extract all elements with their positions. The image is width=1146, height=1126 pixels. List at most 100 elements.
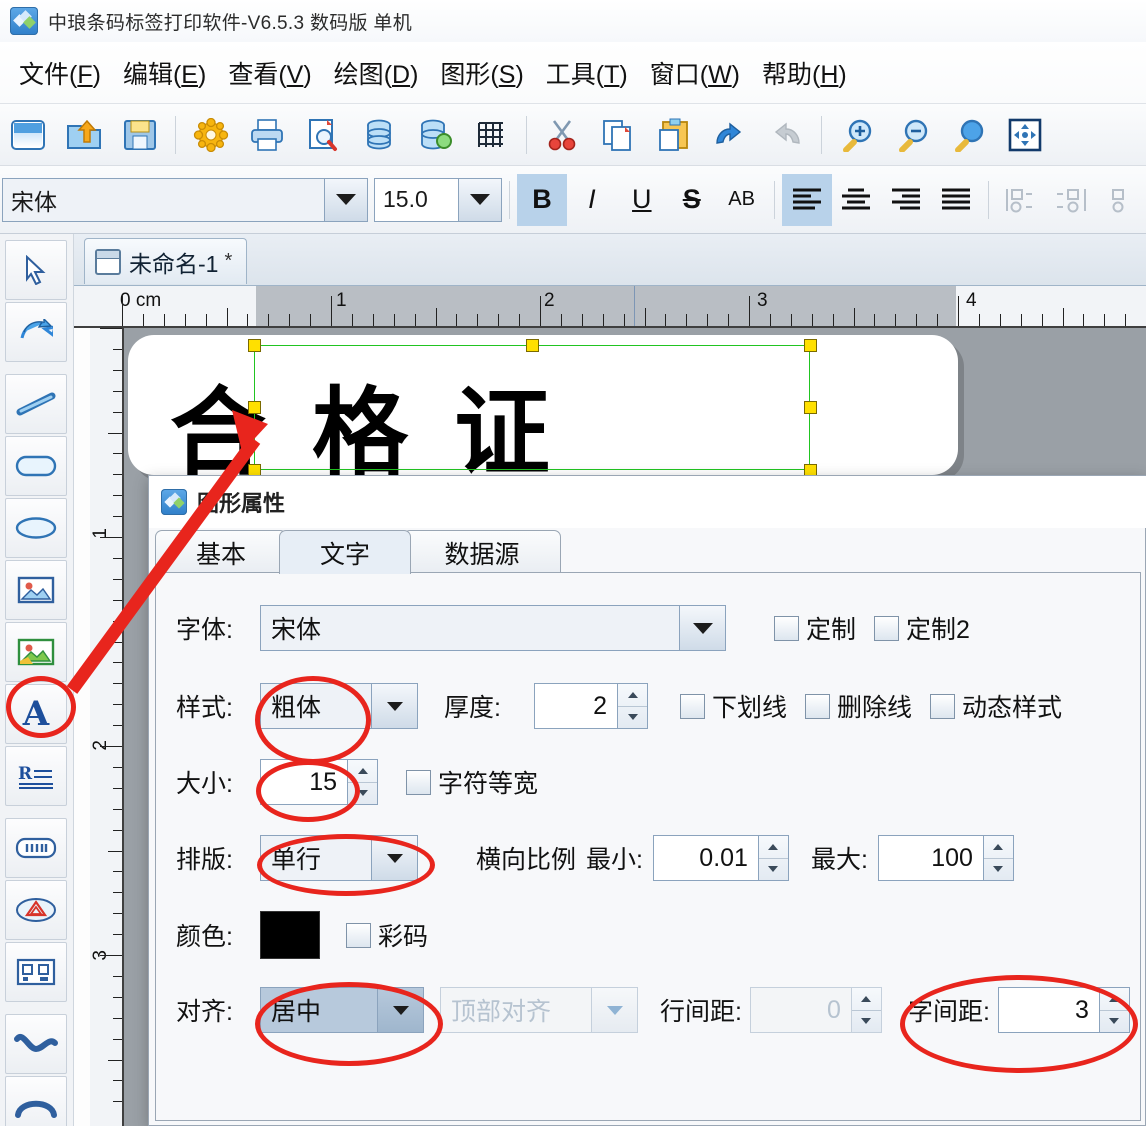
menu-item-draw[interactable]: 绘图(D) (323, 53, 430, 93)
tab-basic[interactable]: 基本 (155, 530, 287, 574)
bold-button[interactable]: B (517, 173, 567, 226)
menu-item-window[interactable]: 窗口(W) (639, 53, 751, 93)
rotate-icon[interactable] (5, 302, 67, 362)
layout-value-input[interactable]: 单行 (260, 835, 372, 881)
underline-checkbox[interactable]: 下划线 (680, 688, 787, 724)
resize-handle-top-center[interactable] (526, 339, 539, 352)
menu-item-view[interactable]: 查看(V) (217, 53, 322, 93)
zoom-in-icon[interactable] (829, 109, 885, 161)
tab-datasource[interactable]: 数据源 (403, 530, 561, 574)
color-code-checkbox-box[interactable] (346, 922, 371, 948)
resize-handle-top-right[interactable] (804, 339, 817, 352)
strikethrough-checkbox[interactable]: 删除线 (805, 688, 912, 724)
size-input[interactable]: 15 (260, 759, 348, 805)
line-icon[interactable] (5, 374, 67, 434)
italic-button[interactable]: I (567, 174, 617, 226)
underline-checkbox-box[interactable] (680, 693, 705, 719)
font-dropdown-arrow[interactable] (680, 605, 726, 651)
strikethrough-checkbox-box[interactable] (805, 693, 831, 719)
document-setup-gear-icon[interactable] (183, 109, 239, 161)
underline-button[interactable]: U (617, 174, 667, 226)
fit-to-window-icon[interactable] (997, 109, 1053, 161)
align-center-icon[interactable] (832, 174, 882, 226)
menu-item-file[interactable]: 文件(F) (8, 53, 112, 93)
strikethrough-button[interactable]: S (667, 174, 717, 226)
align-dropdown-arrow[interactable] (378, 987, 424, 1033)
image-icon[interactable] (5, 560, 67, 620)
resize-handle-mid-right[interactable] (804, 401, 817, 414)
paste-icon[interactable] (646, 109, 702, 161)
custom2-checkbox-box[interactable] (874, 615, 900, 641)
selection-box[interactable] (248, 339, 817, 477)
tab-text[interactable]: 文字 (279, 530, 411, 574)
rounded-rect-icon[interactable] (5, 436, 67, 496)
copy-icon[interactable] (590, 109, 646, 161)
ellipse-icon[interactable] (5, 498, 67, 558)
color-code-checkbox[interactable]: 彩码 (346, 917, 428, 953)
custom-checkbox-box[interactable] (774, 615, 799, 641)
menu-item-help[interactable]: 帮助(H) (751, 53, 858, 93)
monospace-checkbox[interactable]: 字符等宽 (406, 764, 538, 800)
menu-item-edit[interactable]: 编辑(E) (112, 53, 217, 93)
curve-icon[interactable] (5, 1014, 67, 1074)
char-spacing-stepper[interactable] (1099, 987, 1130, 1033)
thickness-input[interactable]: 2 (534, 683, 618, 729)
select-arrow-icon[interactable] (5, 240, 67, 300)
vertical-ruler[interactable]: 1 2 3 (90, 328, 124, 1126)
ratio-max-stepper[interactable] (983, 835, 1014, 881)
size-stepper[interactable] (348, 759, 378, 805)
style-value-input[interactable]: 粗体 (260, 683, 372, 729)
align-left-icon[interactable] (781, 173, 832, 226)
print-icon[interactable] (239, 109, 295, 161)
document-tab[interactable]: 未命名-1 * (84, 238, 248, 284)
rich-text-icon[interactable]: R (5, 746, 67, 806)
text-tool-icon[interactable]: A (5, 684, 67, 744)
monospace-checkbox-box[interactable] (406, 769, 431, 795)
undo-icon[interactable] (702, 109, 758, 161)
resize-handle-mid-left[interactable] (248, 401, 261, 414)
resize-handle-top-left[interactable] (248, 339, 261, 352)
font-size-dropdown-arrow[interactable] (458, 177, 502, 222)
ratio-min-input[interactable]: 0.01 (652, 835, 759, 881)
open-folder-icon[interactable] (56, 109, 112, 161)
barcode-icon[interactable] (5, 818, 67, 878)
align-right-icon[interactable] (881, 174, 931, 226)
dynamic-style-checkbox[interactable]: 动态样式 (930, 688, 1062, 724)
zoom-actual-icon[interactable] (941, 109, 997, 161)
qrcode-icon[interactable] (5, 942, 67, 1002)
layout-dropdown-arrow[interactable] (372, 835, 418, 881)
horizontal-ruler[interactable]: 0 cm 1 2 3 4 (74, 286, 1146, 328)
zoom-out-icon[interactable] (885, 109, 941, 161)
ratio-max-input[interactable]: 100 (877, 835, 984, 881)
font-name-combo[interactable]: 宋体 (2, 177, 368, 222)
menu-item-graphics[interactable]: 图形(S) (429, 53, 534, 93)
font-name-dropdown-arrow[interactable] (324, 177, 368, 222)
custom2-checkbox[interactable]: 定制2 (874, 610, 970, 646)
menu-item-tools[interactable]: 工具(T) (535, 53, 639, 93)
custom-checkbox[interactable]: 定制 (774, 610, 856, 646)
color-swatch-button[interactable] (260, 911, 320, 959)
grid-icon[interactable] (463, 109, 519, 161)
align-value-input[interactable]: 居中 (260, 987, 378, 1033)
ratio-min-stepper[interactable] (758, 835, 789, 881)
arc-icon[interactable] (5, 1076, 67, 1126)
graphic-properties-dialog[interactable]: 图形属性 基本 文字 数据源 字体: 宋体 定制 定制2 样式: 粗体 厚度: … (148, 475, 1146, 1126)
save-icon[interactable] (112, 109, 168, 161)
shape-icon[interactable] (5, 880, 67, 940)
print-preview-icon[interactable] (295, 109, 351, 161)
font-name-input[interactable]: 宋体 (260, 605, 680, 651)
text-effect-button[interactable]: AB (717, 174, 767, 226)
new-document-icon[interactable] (0, 109, 56, 161)
dynamic-style-checkbox-box[interactable] (930, 693, 956, 719)
font-size-value[interactable]: 15.0 (374, 177, 458, 222)
font-name-value[interactable]: 宋体 (2, 177, 324, 222)
font-size-combo[interactable]: 15.0 (374, 177, 502, 222)
thickness-stepper[interactable] (618, 683, 648, 729)
style-dropdown-arrow[interactable] (372, 683, 418, 729)
align-justify-icon[interactable] (931, 174, 981, 226)
cut-icon[interactable] (534, 109, 590, 161)
database-connect-icon[interactable] (407, 109, 463, 161)
char-spacing-input[interactable]: 3 (997, 987, 1100, 1033)
database-icon[interactable] (351, 109, 407, 161)
image-color-icon[interactable] (5, 622, 67, 682)
